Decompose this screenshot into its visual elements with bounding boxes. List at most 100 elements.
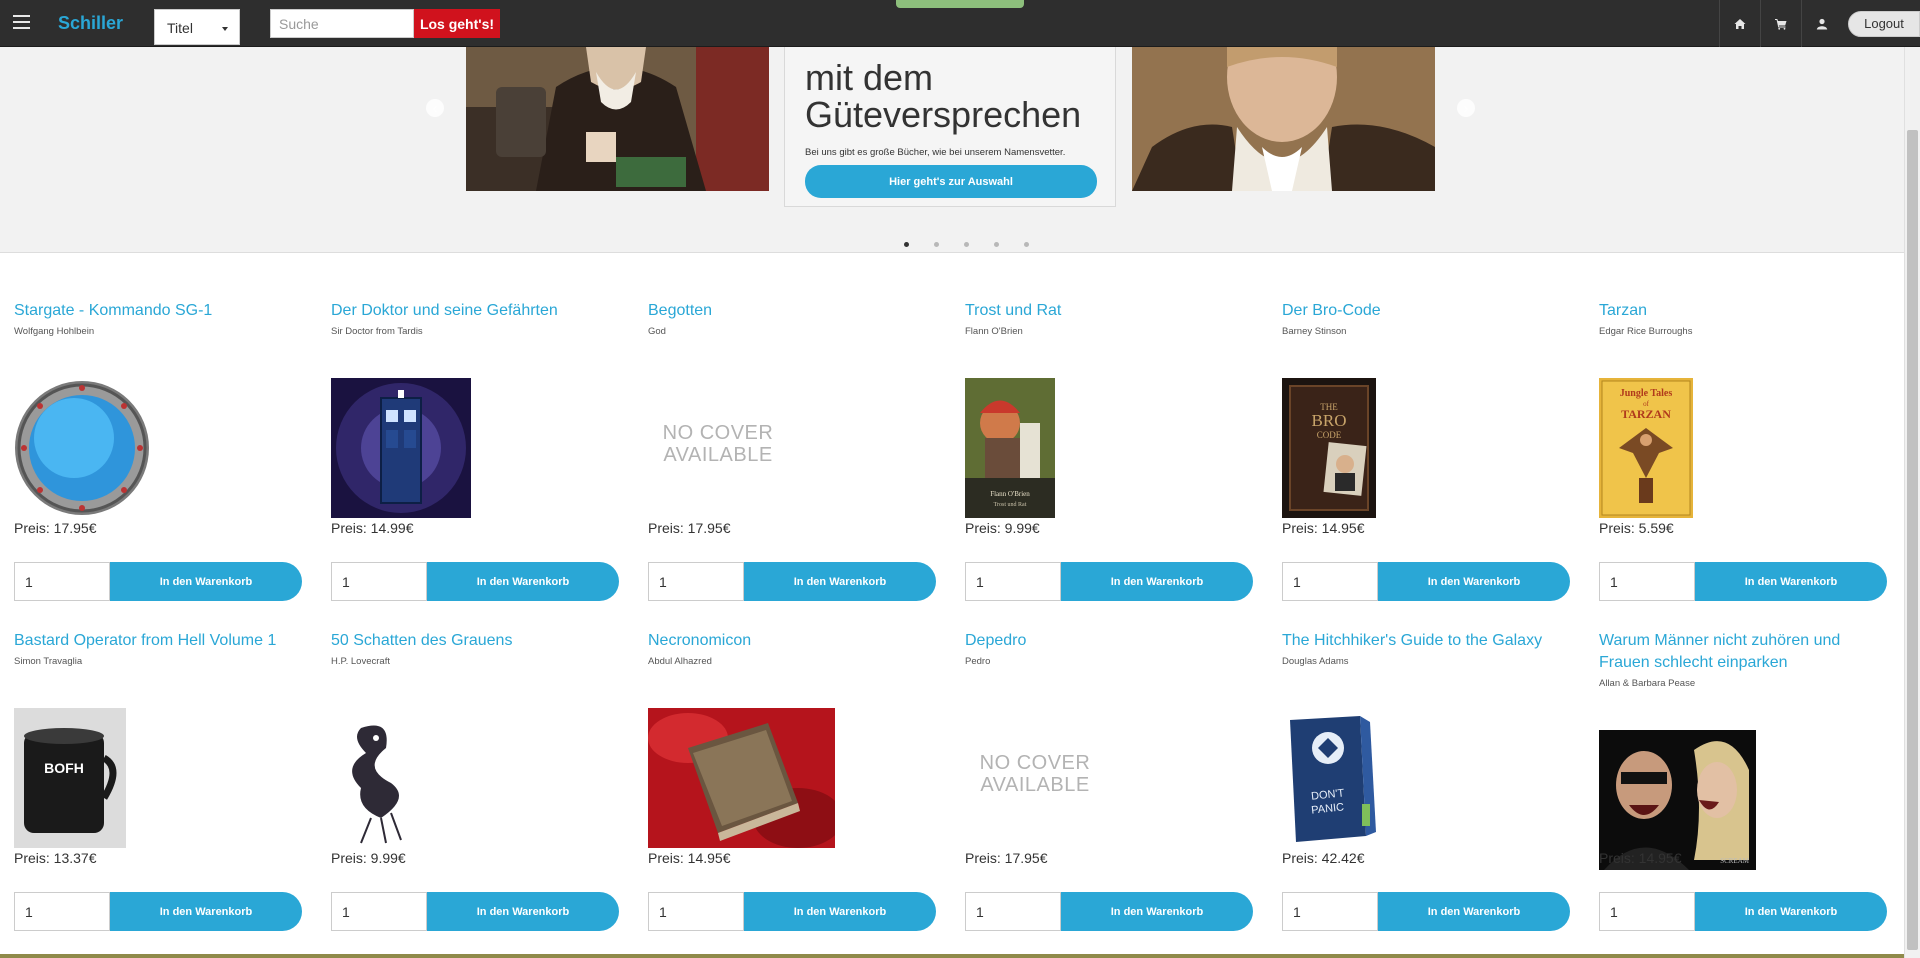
add-to-cart-button[interactable]: In den Warenkorb	[427, 892, 619, 931]
quantity-input[interactable]	[1282, 562, 1378, 601]
product-cover-image[interactable]	[331, 708, 429, 848]
add-to-cart-form: In den Warenkorb	[648, 562, 936, 601]
carousel-dot[interactable]	[994, 242, 999, 247]
product-card: The Hitchhiker's Guide to the Galaxy Dou…	[1282, 630, 1570, 931]
product-price: Preis: 14.95€	[648, 850, 731, 866]
user-icon[interactable]	[1801, 0, 1842, 47]
product-author: Flann O'Brien	[965, 326, 1023, 337]
product-cover-image[interactable]: DON'T PANIC	[1282, 708, 1376, 848]
add-to-cart-button[interactable]: In den Warenkorb	[1378, 892, 1570, 931]
add-to-cart-button[interactable]: In den Warenkorb	[1061, 562, 1253, 601]
product-cover-image[interactable]	[331, 378, 471, 518]
no-cover-placeholder[interactable]: NO COVER AVAILABLE	[648, 378, 788, 518]
scrollbar-thumb[interactable]	[1907, 130, 1918, 950]
add-to-cart-form: In den Warenkorb	[648, 892, 936, 931]
slide-headline-line-1: mit dem	[805, 57, 934, 98]
chevron-right-icon[interactable]: ›	[1457, 99, 1475, 117]
product-card: Trost und Rat Flann O'Brien Flann O'Brie…	[965, 300, 1253, 601]
carousel-dot[interactable]	[934, 242, 939, 247]
carousel-dot[interactable]	[964, 242, 969, 247]
quantity-input[interactable]	[331, 892, 427, 931]
cover-author-text: Flann O'Brien	[990, 490, 1030, 498]
green-indicator-tab[interactable]	[896, 0, 1024, 8]
menu-icon[interactable]	[13, 15, 30, 30]
product-price: Preis: 14.99€	[331, 520, 414, 536]
add-to-cart-button[interactable]: In den Warenkorb	[110, 562, 302, 601]
product-cover-image[interactable]	[14, 378, 151, 518]
add-to-cart-button[interactable]: In den Warenkorb	[1695, 562, 1887, 601]
search-input[interactable]	[270, 9, 414, 38]
product-author: Sir Doctor from Tardis	[331, 326, 423, 337]
schiller-portrait-left	[466, 47, 769, 191]
hero-carousel: mit dem Güteversprechen Bei uns gibt es …	[0, 47, 1904, 253]
quantity-input[interactable]	[965, 892, 1061, 931]
product-title-link[interactable]: Der Doktor und seine Gefährten	[331, 300, 619, 322]
cover-text-jungle: Jungle Tales	[1620, 388, 1673, 399]
product-cover-image[interactable]	[648, 708, 835, 848]
search-button[interactable]: Los geht's!	[414, 9, 500, 38]
add-to-cart-button[interactable]: In den Warenkorb	[744, 892, 936, 931]
caret-down-icon	[222, 27, 228, 31]
quantity-input[interactable]	[1282, 892, 1378, 931]
quantity-input[interactable]	[14, 892, 110, 931]
logout-button[interactable]: Logout	[1848, 10, 1920, 37]
product-title-link[interactable]: Der Bro-Code	[1282, 300, 1570, 322]
carousel-dot[interactable]	[904, 242, 909, 247]
product-title-link[interactable]: Bastard Operator from Hell Volume 1	[14, 630, 302, 652]
product-title-link[interactable]: Warum Männer nicht zuhören und Frauen sc…	[1599, 630, 1887, 674]
add-to-cart-form: In den Warenkorb	[1282, 562, 1570, 601]
add-to-cart-form: In den Warenkorb	[965, 562, 1253, 601]
add-to-cart-button[interactable]: In den Warenkorb	[744, 562, 936, 601]
slide-cta-button[interactable]: Hier geht's zur Auswahl	[805, 165, 1097, 198]
quantity-input[interactable]	[331, 562, 427, 601]
product-cover-image[interactable]: Flann O'Brien Trost und Rat	[965, 378, 1055, 518]
search-category-select[interactable]: Titel	[154, 9, 240, 45]
product-author: Allan & Barbara Pease	[1599, 678, 1696, 689]
product-card: 50 Schatten des Grauens H.P. Lovecraft P…	[331, 630, 619, 931]
product-card: Depedro Pedro NO COVER AVAILABLE Preis: …	[965, 630, 1253, 931]
product-title-link[interactable]: Depedro	[965, 630, 1253, 652]
product-title-link[interactable]: The Hitchhiker's Guide to the Galaxy	[1282, 630, 1570, 652]
quantity-input[interactable]	[14, 562, 110, 601]
chevron-left-icon[interactable]: ‹	[426, 99, 444, 117]
product-title-link[interactable]: Necronomicon	[648, 630, 936, 652]
product-cover-image[interactable]: Jungle Tales of TARZAN	[1599, 378, 1693, 518]
carousel-dot[interactable]	[1024, 242, 1029, 247]
quantity-input[interactable]	[1599, 892, 1695, 931]
product-cover-image[interactable]: BOFH	[14, 708, 126, 848]
add-to-cart-form: In den Warenkorb	[331, 562, 619, 601]
quantity-input[interactable]	[965, 562, 1061, 601]
add-to-cart-form: In den Warenkorb	[1599, 562, 1887, 601]
product-title-link[interactable]: Trost und Rat	[965, 300, 1253, 322]
cover-text-tarzan: TARZAN	[1621, 407, 1671, 421]
cover-text-bro: BRO	[1312, 411, 1347, 430]
add-to-cart-button[interactable]: In den Warenkorb	[110, 892, 302, 931]
add-to-cart-form: In den Warenkorb	[1282, 892, 1570, 931]
product-title-link[interactable]: 50 Schatten des Grauens	[331, 630, 619, 652]
quantity-input[interactable]	[648, 892, 744, 931]
product-author: Abdul Alhazred	[648, 656, 712, 667]
no-cover-text-line-2: AVAILABLE	[663, 444, 773, 466]
cover-text-code: CODE	[1317, 430, 1342, 440]
product-author: H.P. Lovecraft	[331, 656, 390, 667]
product-title-link[interactable]: Stargate - Kommando SG-1	[14, 300, 302, 322]
schiller-portrait-right	[1132, 47, 1435, 191]
add-to-cart-form: In den Warenkorb	[331, 892, 619, 931]
product-cover-image[interactable]: THE BRO CODE	[1282, 378, 1376, 518]
quantity-input[interactable]	[648, 562, 744, 601]
cart-icon[interactable]	[1760, 0, 1801, 47]
brand-logo-link[interactable]: Schiller	[58, 13, 123, 34]
product-title-link[interactable]: Begotten	[648, 300, 936, 322]
product-card: Tarzan Edgar Rice Burroughs Jungle Tales…	[1599, 300, 1887, 601]
add-to-cart-button[interactable]: In den Warenkorb	[1378, 562, 1570, 601]
bottom-status-strip	[0, 954, 1920, 958]
home-icon[interactable]	[1719, 0, 1760, 47]
add-to-cart-button[interactable]: In den Warenkorb	[1061, 892, 1253, 931]
add-to-cart-button[interactable]: In den Warenkorb	[1695, 892, 1887, 931]
quantity-input[interactable]	[1599, 562, 1695, 601]
product-cover-image[interactable]: SCREAM	[1599, 730, 1756, 870]
no-cover-placeholder[interactable]: NO COVER AVAILABLE	[965, 708, 1105, 848]
add-to-cart-button[interactable]: In den Warenkorb	[427, 562, 619, 601]
product-card: Der Bro-Code Barney Stinson THE BRO CODE…	[1282, 300, 1570, 601]
product-title-link[interactable]: Tarzan	[1599, 300, 1887, 322]
